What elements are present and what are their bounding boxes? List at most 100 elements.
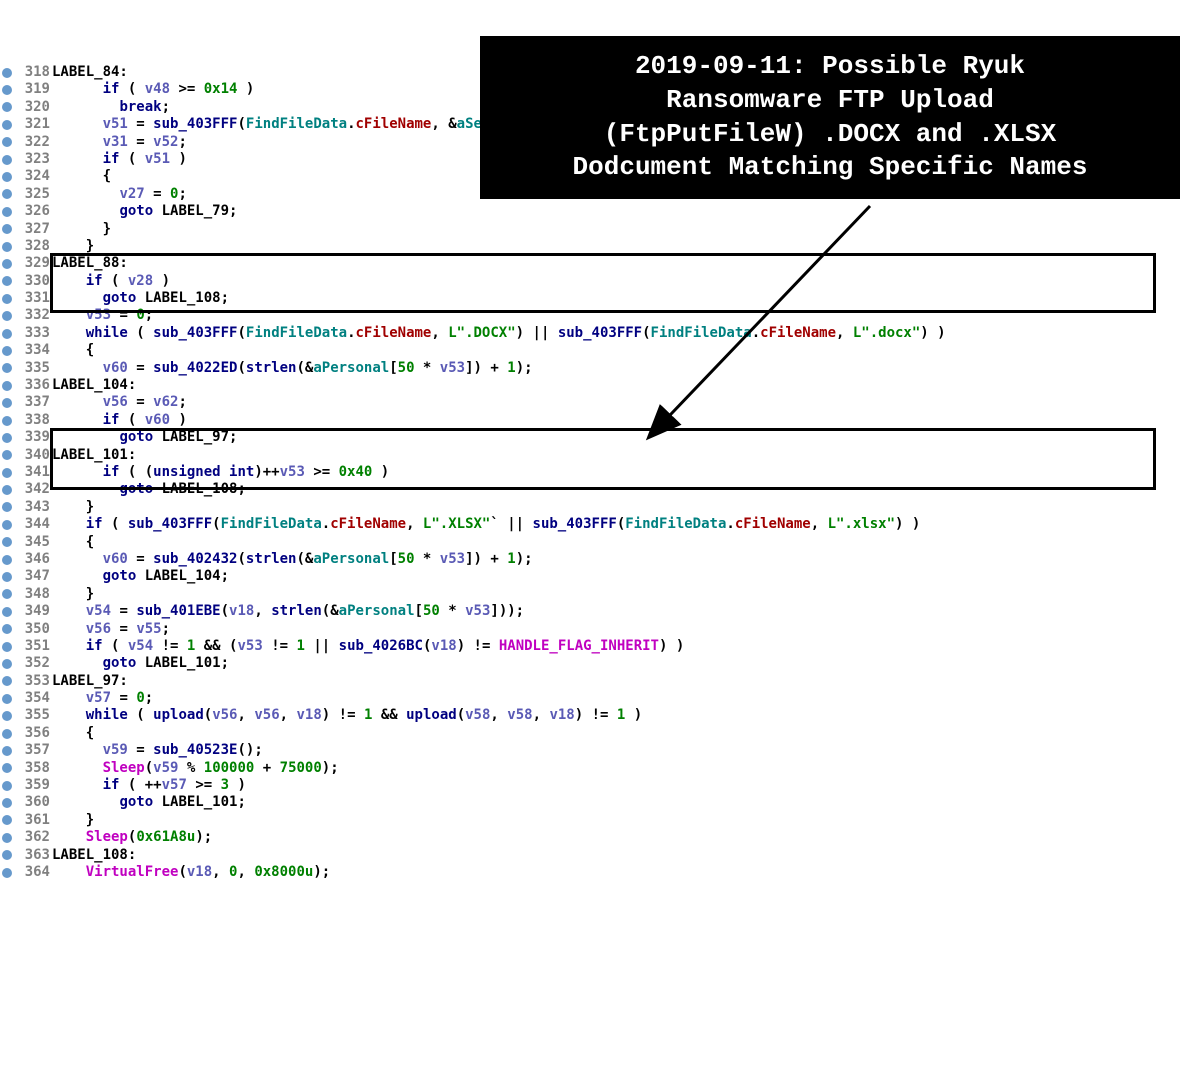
breakpoint-dot-icon[interactable] [2, 329, 12, 339]
code-text[interactable]: v53 = 0; [52, 307, 153, 324]
breakpoint-dot-icon[interactable] [2, 642, 12, 652]
code-line[interactable]: 330 if ( v28 ) [0, 273, 1200, 290]
breakpoint-dot-icon[interactable] [2, 833, 12, 843]
code-line[interactable]: 328 } [0, 238, 1200, 255]
code-line[interactable]: 337 v56 = v62; [0, 394, 1200, 411]
code-line[interactable]: 358 Sleep(v59 % 100000 + 75000); [0, 760, 1200, 777]
breakpoint-dot-icon[interactable] [2, 172, 12, 182]
breakpoint-dot-icon[interactable] [2, 207, 12, 217]
breakpoint-dot-icon[interactable] [2, 502, 12, 512]
code-text[interactable]: goto LABEL_101; [52, 655, 229, 672]
code-line[interactable]: 357 v59 = sub_40523E(); [0, 742, 1200, 759]
breakpoint-dot-icon[interactable] [2, 555, 12, 565]
code-text[interactable]: if ( v28 ) [52, 273, 170, 290]
code-text[interactable]: v54 = sub_401EBE(v18, strlen(&aPersonal[… [52, 603, 524, 620]
code-text[interactable]: goto LABEL_79; [52, 203, 237, 220]
code-text[interactable]: goto LABEL_108; [52, 290, 229, 307]
code-line[interactable]: 354 v57 = 0; [0, 690, 1200, 707]
code-line[interactable]: 334 { [0, 342, 1200, 359]
breakpoint-dot-icon[interactable] [2, 624, 12, 634]
breakpoint-dot-icon[interactable] [2, 85, 12, 95]
breakpoint-dot-icon[interactable] [2, 537, 12, 547]
breakpoint-dot-icon[interactable] [2, 589, 12, 599]
breakpoint-dot-icon[interactable] [2, 485, 12, 495]
code-text[interactable]: } [52, 499, 94, 516]
code-line[interactable]: 344 if ( sub_403FFF(FindFileData.cFileNa… [0, 516, 1200, 533]
breakpoint-dot-icon[interactable] [2, 381, 12, 391]
breakpoint-dot-icon[interactable] [2, 276, 12, 286]
code-text[interactable]: goto LABEL_108; [52, 481, 246, 498]
code-line[interactable]: 362 Sleep(0x61A8u); [0, 829, 1200, 846]
code-line[interactable]: 348 } [0, 586, 1200, 603]
code-line[interactable]: 360 goto LABEL_101; [0, 794, 1200, 811]
breakpoint-dot-icon[interactable] [2, 294, 12, 304]
breakpoint-dot-icon[interactable] [2, 363, 12, 373]
code-line[interactable]: 353LABEL_97: [0, 673, 1200, 690]
code-text[interactable]: goto LABEL_104; [52, 568, 229, 585]
code-text[interactable]: { [52, 534, 94, 551]
code-line[interactable]: 356 { [0, 725, 1200, 742]
code-line[interactable]: 361 } [0, 812, 1200, 829]
breakpoint-dot-icon[interactable] [2, 120, 12, 130]
code-line[interactable]: 363LABEL_108: [0, 847, 1200, 864]
breakpoint-dot-icon[interactable] [2, 398, 12, 408]
breakpoint-dot-icon[interactable] [2, 729, 12, 739]
breakpoint-dot-icon[interactable] [2, 694, 12, 704]
code-line[interactable]: 352 goto LABEL_101; [0, 655, 1200, 672]
code-text[interactable]: { [52, 168, 111, 185]
breakpoint-dot-icon[interactable] [2, 450, 12, 460]
code-text[interactable]: if ( ++v57 >= 3 ) [52, 777, 246, 794]
code-line[interactable]: 336LABEL_104: [0, 377, 1200, 394]
code-line[interactable]: 339 goto LABEL_97; [0, 429, 1200, 446]
code-line[interactable]: 335 v60 = sub_4022ED(strlen(&aPersonal[5… [0, 360, 1200, 377]
code-text[interactable]: if ( v51 ) [52, 151, 187, 168]
code-line[interactable]: 333 while ( sub_403FFF(FindFileData.cFil… [0, 325, 1200, 342]
breakpoint-dot-icon[interactable] [2, 242, 12, 252]
breakpoint-dot-icon[interactable] [2, 520, 12, 530]
breakpoint-dot-icon[interactable] [2, 68, 12, 78]
breakpoint-dot-icon[interactable] [2, 155, 12, 165]
code-line[interactable]: 342 goto LABEL_108; [0, 481, 1200, 498]
breakpoint-dot-icon[interactable] [2, 346, 12, 356]
code-text[interactable]: Sleep(0x61A8u); [52, 829, 212, 846]
code-text[interactable]: goto LABEL_101; [52, 794, 246, 811]
code-text[interactable]: break; [52, 99, 170, 116]
code-line[interactable]: 329LABEL_88: [0, 255, 1200, 272]
code-text[interactable]: } [52, 812, 94, 829]
code-line[interactable]: 351 if ( v54 != 1 && (v53 != 1 || sub_40… [0, 638, 1200, 655]
breakpoint-dot-icon[interactable] [2, 572, 12, 582]
code-text[interactable]: while ( sub_403FFF(FindFileData.cFileNam… [52, 325, 946, 342]
code-text[interactable]: if ( v54 != 1 && (v53 != 1 || sub_4026BC… [52, 638, 684, 655]
code-text[interactable]: v57 = 0; [52, 690, 153, 707]
code-line[interactable]: 347 goto LABEL_104; [0, 568, 1200, 585]
code-line[interactable]: 341 if ( (unsigned int)++v53 >= 0x40 ) [0, 464, 1200, 481]
code-line[interactable]: 327 } [0, 221, 1200, 238]
code-text[interactable]: } [52, 221, 111, 238]
code-text[interactable]: goto LABEL_97; [52, 429, 237, 446]
code-line[interactable]: 346 v60 = sub_402432(strlen(&aPersonal[5… [0, 551, 1200, 568]
breakpoint-dot-icon[interactable] [2, 763, 12, 773]
code-text[interactable]: LABEL_101: [52, 447, 136, 464]
code-text[interactable]: v59 = sub_40523E(); [52, 742, 263, 759]
breakpoint-dot-icon[interactable] [2, 659, 12, 669]
code-line[interactable]: 359 if ( ++v57 >= 3 ) [0, 777, 1200, 794]
code-text[interactable]: LABEL_97: [52, 673, 128, 690]
code-line[interactable]: 331 goto LABEL_108; [0, 290, 1200, 307]
code-line[interactable]: 340LABEL_101: [0, 447, 1200, 464]
code-text[interactable]: if ( v60 ) [52, 412, 187, 429]
code-text[interactable]: if ( sub_403FFF(FindFileData.cFileName, … [52, 516, 920, 533]
breakpoint-dot-icon[interactable] [2, 676, 12, 686]
breakpoint-dot-icon[interactable] [2, 137, 12, 147]
breakpoint-dot-icon[interactable] [2, 189, 12, 199]
breakpoint-dot-icon[interactable] [2, 416, 12, 426]
code-text[interactable]: Sleep(v59 % 100000 + 75000); [52, 760, 339, 777]
breakpoint-dot-icon[interactable] [2, 224, 12, 234]
code-line[interactable]: 364 VirtualFree(v18, 0, 0x8000u); [0, 864, 1200, 881]
breakpoint-dot-icon[interactable] [2, 815, 12, 825]
code-text[interactable]: v60 = sub_402432(strlen(&aPersonal[50 * … [52, 551, 533, 568]
breakpoint-dot-icon[interactable] [2, 850, 12, 860]
code-line[interactable]: 326 goto LABEL_79; [0, 203, 1200, 220]
code-line[interactable]: 332 v53 = 0; [0, 307, 1200, 324]
breakpoint-dot-icon[interactable] [2, 868, 12, 878]
code-line[interactable]: 355 while ( upload(v56, v56, v18) != 1 &… [0, 707, 1200, 724]
